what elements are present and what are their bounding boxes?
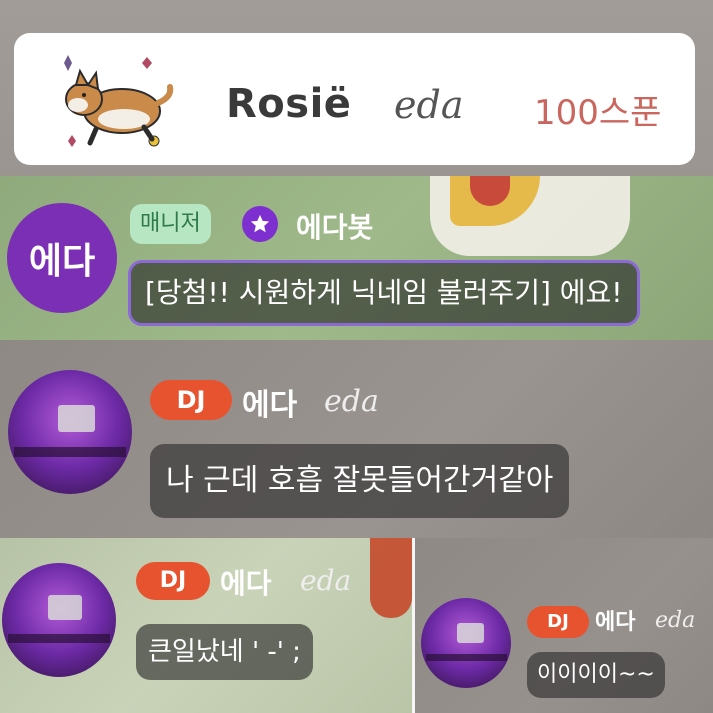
chat-message-panel: DJ 에다 eda 큰일났네 ' -' ; <box>0 538 412 713</box>
dj-script-name: eda <box>655 608 696 633</box>
donation-panel: Rosië eda 100스푼 <box>0 0 713 176</box>
manager-badge: 매니저 <box>130 204 211 244</box>
corgi-sticker-icon <box>64 55 174 147</box>
background-shape <box>370 538 412 618</box>
dj-avatar[interactable] <box>421 598 511 688</box>
bot-avatar[interactable]: 에다 <box>7 203 117 313</box>
bot-nickname[interactable]: 에다봇 <box>296 206 373 246</box>
donation-card: Rosië eda 100스푼 <box>14 33 695 165</box>
chat-message-panel: DJ 에다 eda 이이이이~~ <box>412 538 713 713</box>
bot-message-panel: 에다 매니저 에다봇 [당첨!! 시원하게 닉네임 불러주기] 에요! <box>0 176 713 340</box>
avatar-image-detail <box>7 633 111 643</box>
dj-script-name: eda <box>300 564 352 597</box>
dj-avatar[interactable] <box>8 370 132 494</box>
dj-badge: DJ <box>527 606 589 638</box>
donation-amount: 100스푼 <box>534 93 662 133</box>
sender-name: Rosië <box>226 81 352 127</box>
sender-script-name: eda <box>394 83 464 127</box>
dj-nickname[interactable]: 에다 <box>242 380 297 424</box>
chat-message-panel: DJ 에다 eda 나 근데 호흡 잘못들어간거같아 <box>0 340 713 538</box>
dj-badge: DJ <box>136 562 210 600</box>
chat-message-bubble: 나 근데 호흡 잘못들어간거같아 <box>150 444 570 518</box>
avatar-image-detail <box>425 653 507 661</box>
dj-avatar[interactable] <box>2 563 116 677</box>
dj-badge: DJ <box>150 380 232 420</box>
avatar-image-detail <box>457 623 484 643</box>
star-icon <box>242 206 278 242</box>
avatar-image-detail <box>14 446 126 457</box>
avatar-image-detail <box>57 404 95 432</box>
avatar-image-detail <box>47 594 82 620</box>
chat-message-bubble: 이이이이~~ <box>527 652 665 698</box>
dj-nickname[interactable]: 에다 <box>595 604 635 636</box>
chat-message-bubble: 큰일났네 ' -' ; <box>136 624 313 680</box>
dj-script-name: eda <box>324 384 379 419</box>
bot-message-bubble: [당첨!! 시원하게 닉네임 불러주기] 에요! <box>128 260 640 326</box>
dj-nickname[interactable]: 에다 <box>220 562 272 602</box>
